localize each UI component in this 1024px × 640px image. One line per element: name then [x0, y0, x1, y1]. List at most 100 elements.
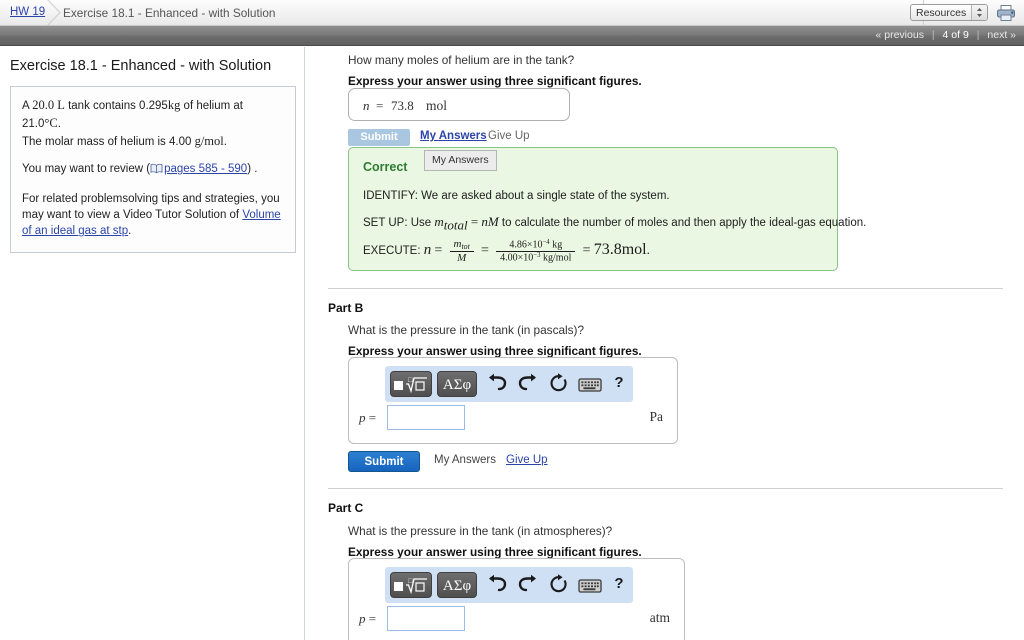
part-c-answer-card: □ ΑΣφ ? p = atm [348, 558, 685, 640]
part-b-question: What is the pressure in the tank (in pas… [348, 323, 585, 337]
solution-setup-line: SET UP: Use mtotal = nM to calculate the… [363, 214, 866, 234]
correct-status-label: Correct [363, 160, 408, 174]
solution-fraction-numeric: 4.86×10−4 kg 4.00×10−3 kg/mol [496, 239, 576, 264]
pager-divider-1: | [931, 29, 935, 41]
fraction-2-den-times: ×10 [517, 252, 534, 264]
fraction-2-den-coefficient: 4.00 [500, 252, 518, 264]
previous-link[interactable]: « previous [876, 29, 924, 41]
problem-tips-line: For related problemsolving tips and stra… [22, 191, 284, 240]
solution-execute-result: 73.8mol [593, 241, 647, 259]
fraction-1-denominator: M [449, 251, 474, 264]
part-c-math-toolbar: □ ΑΣφ ? [385, 567, 633, 603]
part-c-var-letter: p [359, 611, 366, 626]
part-b-math-toolbar: □ ΑΣφ ? [385, 366, 633, 402]
pager-divider-2: | [976, 29, 980, 41]
fraction-2-den-exponent: −3 [533, 251, 541, 259]
part-a-my-answers-link[interactable]: My Answers [420, 130, 487, 142]
solution-identify-text: IDENTIFY: We are asked about a single st… [363, 190, 670, 202]
next-link[interactable]: next » [987, 29, 1016, 41]
solution-execute-equals-1: = [434, 243, 443, 259]
breadcrumb-link-hw19[interactable]: HW 19 [10, 6, 45, 18]
part-b-answer-card: □ ΑΣφ ? p = Pa [348, 357, 678, 444]
problem-line-2a: The molar mass of helium is 4.00 [22, 135, 192, 148]
tips-prefix: For related problemsolving tips and stra… [22, 192, 280, 221]
part-a-submit-button: Submit [348, 129, 410, 146]
part-a-give-up-label: Give Up [488, 130, 530, 142]
fraction-1-num-subscript: tot [461, 242, 470, 252]
pagination: « previous | 4 of 9 | next » [876, 29, 1017, 41]
undo-icon[interactable] [485, 574, 509, 596]
part-a-answer-unit: mol [426, 98, 448, 113]
review-suffix: ) . [247, 163, 258, 176]
part-c-unit-label: atm [649, 610, 670, 625]
solution-setup-prefix: SET UP: Use [363, 217, 432, 229]
solution-setup-suffix: to calculate the number of moles and the… [501, 217, 867, 229]
breadcrumb-title: Exercise 18.1 - Enhanced - with Solution [63, 6, 276, 20]
part-a-answer-variable: n [363, 98, 370, 113]
solution-fraction-symbolic: mtot M [449, 238, 474, 264]
review-prefix: You may want to review ( [22, 163, 151, 176]
keyboard-icon[interactable] [578, 373, 602, 395]
part-b-submit-button[interactable]: Submit [348, 451, 420, 472]
part-b-input-variable: p = [359, 410, 376, 426]
breadcrumb-bar: HW 19 Exercise 18.1 - Enhanced - with So… [0, 0, 1024, 26]
solution-execute-prefix: EXECUTE: [363, 245, 421, 258]
problem-review-line: You may want to review ( pages 585 - 590… [22, 161, 284, 179]
resources-label: Resources [916, 7, 967, 19]
fraction-2-den-unit: kg/mol [543, 252, 572, 264]
part-b-unit-label: Pa [649, 409, 664, 424]
part-a-instruction: Express your answer using three signific… [348, 74, 642, 88]
part-b-answer-input[interactable] [387, 405, 465, 430]
problem-statement-box: A 20.0 L tank contains 0.295kg of helium… [10, 86, 296, 253]
problem-text-b: tank contains 0.295 [68, 100, 168, 112]
fraction-2-num-unit: kg [552, 239, 563, 251]
part-c-equals-sign: = [368, 611, 377, 626]
math-symbols-button[interactable]: ΑΣφ [437, 371, 477, 397]
part-a-answer-value: 73.8 [391, 98, 414, 113]
problem-line-2b: . [223, 135, 227, 148]
problem-mass-unit: kg [167, 98, 181, 112]
problem-temp-unit: °C [44, 115, 58, 130]
part-b-divider [328, 288, 1003, 289]
solution-identify-line: IDENTIFY: We are asked about a single st… [363, 190, 670, 202]
solution-execute-equals-3: = [582, 243, 591, 259]
help-button[interactable]: ? [607, 373, 631, 395]
undo-icon[interactable] [485, 373, 509, 395]
problem-volume: 20.0 L [32, 98, 65, 112]
part-b-heading: Part B [328, 301, 364, 315]
printer-icon[interactable] [996, 4, 1016, 22]
redo-icon[interactable] [516, 373, 540, 395]
keyboard-icon[interactable] [578, 574, 602, 596]
part-c-instruction: Express your answer using three signific… [348, 545, 642, 559]
math-symbols-button[interactable]: ΑΣφ [437, 572, 477, 598]
solution-my-answers-tab[interactable]: My Answers [424, 150, 497, 171]
solution-execute-n: n [423, 242, 432, 259]
part-b-var-letter: p [359, 410, 366, 425]
resources-dropdown[interactable]: Resources [910, 4, 988, 21]
chevron-updown-icon [971, 5, 987, 20]
math-template-button[interactable]: □ [390, 572, 432, 598]
part-b-give-up-link[interactable]: Give Up [506, 454, 548, 466]
part-c-divider [328, 488, 1003, 489]
part-c-answer-input[interactable] [387, 606, 465, 631]
part-b-my-answers-label: My Answers [434, 454, 496, 466]
part-c-heading: Part C [328, 501, 364, 515]
pages-link[interactable]: pages 585 - 590 [164, 163, 247, 175]
help-button[interactable]: ? [607, 574, 631, 596]
problem-text-a: A [22, 100, 30, 112]
main-content: How many moles of helium are in the tank… [306, 47, 1024, 640]
fraction-2-denominator: 4.00×10−3 kg/mol [496, 250, 576, 264]
fraction-2-num-exponent: −4 [542, 239, 550, 247]
part-b-instruction: Express your answer using three signific… [348, 344, 642, 358]
tips-suffix: . [128, 225, 132, 238]
redo-icon[interactable] [516, 574, 540, 596]
fraction-2-num-times: ×10 [526, 239, 543, 251]
solution-setup-m-subscript: total [443, 217, 468, 233]
solution-setup-nm: nM [481, 214, 499, 229]
book-icon [150, 163, 163, 179]
solution-execute-period: . [646, 242, 650, 258]
reset-icon[interactable] [547, 574, 571, 596]
math-template-button[interactable]: □ [390, 371, 432, 397]
part-a-solution-box: Correct IDENTIFY: We are asked about a s… [348, 147, 866, 271]
reset-icon[interactable] [547, 373, 571, 395]
